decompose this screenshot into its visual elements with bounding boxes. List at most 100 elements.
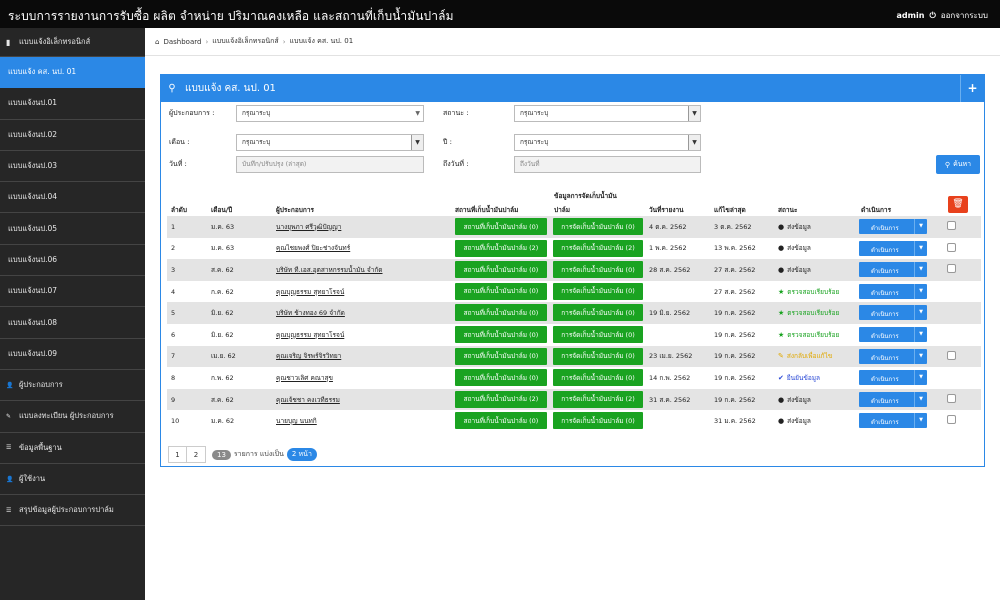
action-dropdown-button[interactable]: ดำเนินการ ▼ (859, 262, 927, 278)
place-button[interactable]: สถานที่เก็บน้ำมันปาล์ม (2) (455, 390, 547, 408)
storage-button[interactable]: การจัดเก็บน้ำมันปาล์ม (0) (553, 369, 643, 387)
table-row: 6 มิ.ย. 62 คุณบุญธรรม สุทยาโรจน์ สถานที่เก็… (167, 324, 981, 346)
pencil-icon: ✎ (778, 352, 784, 361)
username[interactable]: admin (897, 11, 925, 20)
caret-down-icon[interactable]: ▼ (914, 305, 927, 321)
page-2[interactable]: 2 (187, 446, 206, 463)
main-panel: ⚲ แบบแจ้ง คส. นป. 01 + ผู้ประกอบการ : กร… (160, 74, 985, 467)
sidebar-item-form[interactable]: แบบแจ้งนป.06 (0, 245, 145, 277)
caret-down-icon[interactable]: ▼ (914, 370, 927, 386)
storage-button[interactable]: การจัดเก็บน้ำมันปาล์ม (0) (553, 326, 643, 343)
row-operator-link[interactable]: คุณบุญธรรม สุทยาโรจน์ (276, 281, 344, 303)
sidebar-item-form[interactable]: แบบแจ้งนป.08 (0, 307, 145, 339)
storage-button[interactable]: การจัดเก็บน้ำมันปาล์ม (2) (553, 239, 643, 257)
col-header-no: ลำดับ (171, 206, 187, 214)
place-button[interactable]: สถานที่เก็บน้ำมันปาล์ม (2) (455, 239, 547, 257)
row-operator-link[interactable]: คุณชาวเลิศ คณาสุข (276, 367, 333, 389)
delete-button[interactable]: 🗑 (948, 196, 968, 213)
row-edited-date: 19 ก.ค. 2562 (714, 373, 756, 382)
caret-down-icon[interactable]: ▼ (914, 348, 927, 364)
sidebar-menu-item[interactable]: ✎ แบบลงทะเบียน ผู้ประกอบการ (0, 401, 145, 433)
sidebar-menu-item[interactable]: 👤 ผู้ประกอบการ (0, 370, 145, 402)
action-dropdown-button[interactable]: ดำเนินการ ▼ (859, 370, 927, 386)
row-operator-link[interactable]: คุณบุญธรรม สุทยาโรจน์ (276, 324, 344, 346)
sidebar-item-form[interactable]: แบบแจ้งนป.09 (0, 339, 145, 370)
sidebar-item-label: แบบแจ้งนป.07 (8, 286, 58, 296)
place-button[interactable]: สถานที่เก็บน้ำมันปาล์ม (0) (455, 412, 547, 430)
action-dropdown-button[interactable]: ดำเนินการ ▼ (859, 327, 927, 342)
operator-select[interactable]: กรุณาระบุ ▼ (236, 105, 424, 122)
action-dropdown-button[interactable]: ดำเนินการ ▼ (859, 305, 927, 321)
sidebar-item-form[interactable]: แบบแจ้งนป.07 (0, 276, 145, 308)
row-checkbox[interactable] (947, 415, 956, 425)
caret-down-icon[interactable]: ▼ (914, 283, 927, 299)
row-operator-link[interactable]: คุณไชยพงศ์ ปิยะช่างจันทร์ (276, 238, 350, 260)
sidebar-item-form[interactable]: แบบแจ้งนป.02 (0, 120, 145, 151)
row-checkbox[interactable] (947, 393, 956, 403)
power-icon[interactable]: ⏻ (929, 11, 935, 21)
row-checkbox[interactable] (947, 350, 956, 360)
row-operator-link[interactable]: คุณเจริญ จิรพร์จิรวิทยา (276, 346, 341, 368)
row-checkbox[interactable] (947, 264, 956, 274)
action-dropdown-button[interactable]: ดำเนินการ ▼ (859, 413, 927, 429)
storage-button[interactable]: การจัดเก็บน้ำมันปาล์ม (0) (553, 218, 643, 235)
caret-down-icon[interactable]: ▼ (914, 391, 927, 407)
date-input[interactable]: บันทึก/ปรับปรุง (ล่าสุด) (236, 156, 424, 173)
action-dropdown-button[interactable]: ดำเนินการ ▼ (859, 240, 927, 256)
row-operator-link[interactable]: บริษัท ช้างทอง 69 จำกัด (276, 302, 345, 324)
status-select[interactable]: กรุณาระบุ ▼ (514, 105, 701, 122)
register-icon: ✎ (6, 412, 12, 420)
month-select[interactable]: กรุณาระบุ ▼ (236, 134, 424, 151)
storage-button[interactable]: การจัดเก็บน้ำมันปาล์ม (0) (553, 261, 643, 279)
sidebar-item-form[interactable]: แบบแจ้ง คส. นป. 01 (0, 57, 145, 89)
action-dropdown-button[interactable]: ดำเนินการ ▼ (859, 283, 927, 299)
action-dropdown-button[interactable]: ดำเนินการ ▼ (859, 348, 927, 364)
row-operator-link[interactable]: นางยุพภา ศรีวุฒิปัญญา (276, 216, 341, 238)
sidebar-item-form[interactable]: แบบแจ้งนป.01 (0, 88, 145, 120)
storage-button[interactable]: การจัดเก็บน้ำมันปาล์ม (0) (553, 282, 643, 300)
page-1[interactable]: 1 (168, 446, 187, 463)
place-button[interactable]: สถานที่เก็บน้ำมันปาล์ม (0) (455, 218, 547, 235)
sidebar-item-form[interactable]: แบบแจ้งนป.04 (0, 182, 145, 214)
storage-button[interactable]: การจัดเก็บน้ำมันปาล์ม (0) (553, 304, 643, 322)
action-dropdown-button[interactable]: ดำเนินการ ▼ (859, 391, 927, 407)
col-header-store-2: ปาล์ม (554, 206, 571, 214)
sidebar-section-eforms[interactable]: ▮ แบบแจ้งอิเล็กทรอนิกส์ (0, 28, 145, 57)
caret-down-icon[interactable]: ▼ (914, 327, 927, 342)
logout-link[interactable]: ออกจากระบบ (941, 9, 988, 22)
sidebar-menu-item[interactable]: ☰ ข้อมูลพื้นฐาน (0, 433, 145, 464)
row-operator-link[interactable]: คุณเจ้ชชา คงเวทีธรรม (276, 389, 340, 411)
user-menu: admin ⏻ ออกจากระบบ (897, 9, 988, 22)
user-icon: 👤 (6, 475, 14, 483)
search-icon: ⚲ (944, 160, 951, 169)
storage-button[interactable]: การจัดเก็บน้ำมันปาล์ม (2) (553, 390, 643, 408)
place-button[interactable]: สถานที่เก็บน้ำมันปาล์ม (0) (455, 282, 547, 300)
place-button[interactable]: สถานที่เก็บน้ำมันปาล์ม (0) (455, 261, 547, 279)
list-icon: ☰ (6, 506, 12, 514)
todate-input[interactable]: ถึงวันที่ (514, 156, 701, 173)
breadcrumb-eforms[interactable]: แบบแจ้งอิเล็กทรอนิกส์ (212, 36, 278, 47)
place-button[interactable]: สถานที่เก็บน้ำมันปาล์ม (0) (455, 369, 547, 387)
breadcrumb-dashboard[interactable]: Dashboard (163, 38, 201, 46)
search-button[interactable]: ⚲ ค้นหา (936, 155, 980, 174)
caret-down-icon[interactable]: ▼ (914, 262, 927, 278)
place-button[interactable]: สถานที่เก็บน้ำมันปาล์ม (0) (455, 347, 547, 365)
row-operator-link[interactable]: นายบุญ นนทกิ (276, 410, 317, 432)
place-button[interactable]: สถานที่เก็บน้ำมันปาล์ม (0) (455, 304, 547, 322)
row-checkbox[interactable] (947, 242, 956, 252)
caret-down-icon[interactable]: ▼ (914, 219, 927, 234)
caret-down-icon[interactable]: ▼ (914, 240, 927, 256)
add-button[interactable]: + (960, 75, 984, 102)
sidebar-item-form[interactable]: แบบแจ้งนป.03 (0, 151, 145, 183)
sidebar-menu-item[interactable]: ☰ สรุปข้อมูลผู้ประกอบการปาล์ม (0, 495, 145, 527)
row-operator-link[interactable]: บริษัท ที.เอส.อุตสาหกรรมน้ำมัน จำกัด (276, 259, 383, 281)
place-button[interactable]: สถานที่เก็บน้ำมันปาล์ม (0) (455, 326, 547, 343)
sidebar-item-form[interactable]: แบบแจ้งนป.05 (0, 213, 145, 245)
year-select[interactable]: กรุณาระบุ ▼ (514, 134, 701, 151)
sidebar-menu-item[interactable]: 👤 ผู้ใช้งาน (0, 464, 145, 496)
caret-down-icon[interactable]: ▼ (914, 413, 927, 429)
action-dropdown-button[interactable]: ดำเนินการ ▼ (859, 219, 927, 234)
storage-button[interactable]: การจัดเก็บน้ำมันปาล์ม (0) (553, 347, 643, 365)
storage-button[interactable]: การจัดเก็บน้ำมันปาล์ม (0) (553, 412, 643, 430)
row-checkbox[interactable] (947, 221, 956, 230)
